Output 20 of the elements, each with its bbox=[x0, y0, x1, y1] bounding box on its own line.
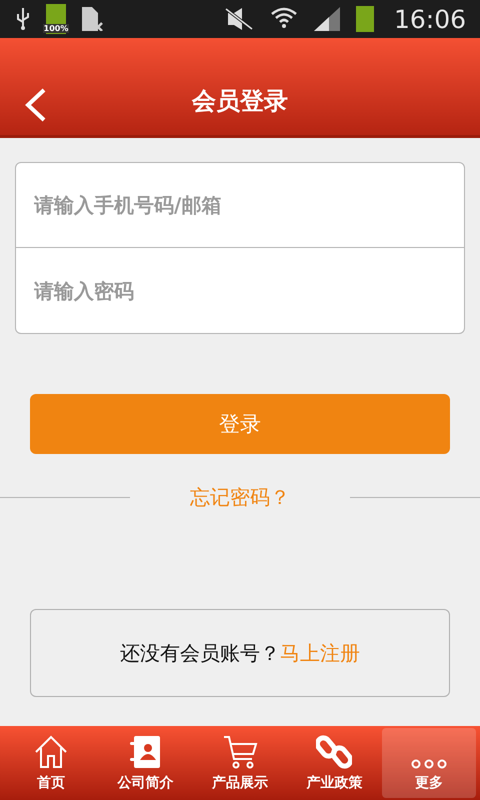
tab[interactable]: 更多 bbox=[382, 728, 476, 798]
chain-link-icon bbox=[316, 734, 352, 770]
account-field[interactable]: 请输入手机号码/邮箱 bbox=[15, 162, 465, 248]
tab[interactable]: 产品展示 bbox=[192, 728, 288, 798]
usb-icon bbox=[16, 8, 30, 30]
sim-card-icon bbox=[82, 7, 104, 31]
register-prompt: 还没有会员账号？ bbox=[120, 640, 280, 666]
tab[interactable]: 公司简介 bbox=[98, 728, 193, 798]
password-field[interactable]: 请输入密码 bbox=[15, 248, 465, 334]
battery-percent: 100% bbox=[42, 24, 70, 33]
battery-icon bbox=[356, 6, 374, 32]
clock-time: 16:06 bbox=[394, 4, 466, 34]
home-icon bbox=[33, 734, 70, 770]
mute-icon bbox=[224, 7, 254, 31]
tab[interactable]: 首页 bbox=[4, 728, 98, 798]
signal-icon bbox=[314, 7, 340, 31]
tab[interactable]: 产业政策 bbox=[287, 728, 382, 798]
cart-icon bbox=[222, 734, 258, 770]
more-icon bbox=[410, 758, 447, 770]
page-title: 会员登录 bbox=[192, 86, 288, 116]
